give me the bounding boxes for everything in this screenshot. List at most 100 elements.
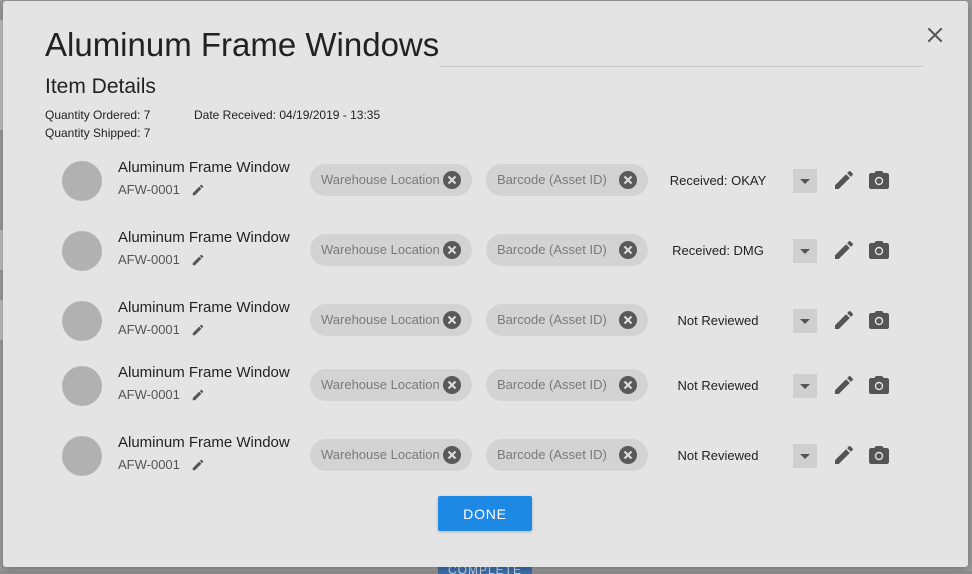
item-sku: AFW-0001	[118, 182, 180, 197]
caret-down-icon	[800, 319, 810, 324]
pencil-icon	[192, 254, 204, 266]
title-divider	[440, 66, 923, 67]
camera-icon	[869, 171, 889, 189]
clear-circle-icon	[619, 171, 637, 189]
clear-circle-icon	[443, 446, 461, 464]
pencil-icon	[835, 375, 854, 394]
sku-edit-button[interactable]	[191, 458, 205, 472]
sku-edit-button[interactable]	[191, 253, 205, 267]
barcode-placeholder: Barcode (Asset ID)	[497, 312, 607, 327]
pencil-icon	[192, 459, 204, 471]
item-row: Aluminum Frame Window AFW-0001 Warehouse…	[3, 159, 968, 211]
caret-down-icon	[800, 249, 810, 254]
warehouse-location-input[interactable]: Warehouse Location	[310, 304, 472, 336]
barcode-clear-button[interactable]	[618, 375, 638, 395]
camera-button[interactable]	[867, 308, 891, 332]
caret-down-icon	[800, 454, 810, 459]
close-button[interactable]	[923, 23, 947, 47]
sku-edit-button[interactable]	[191, 388, 205, 402]
barcode-clear-button[interactable]	[618, 170, 638, 190]
avatar	[62, 161, 102, 201]
dialog-title: Aluminum Frame Windows	[45, 26, 440, 63]
warehouse-location-placeholder: Warehouse Location	[321, 377, 440, 392]
status-dropdown[interactable]	[793, 239, 817, 263]
quantity-shipped: Quantity Shipped: 7	[45, 126, 151, 140]
item-name: Aluminum Frame Window	[118, 299, 290, 316]
barcode-asset-id-input[interactable]: Barcode (Asset ID)	[486, 234, 648, 266]
clear-circle-icon	[619, 376, 637, 394]
edit-button[interactable]	[832, 168, 856, 192]
barcode-clear-button[interactable]	[618, 445, 638, 465]
camera-button[interactable]	[867, 443, 891, 467]
camera-icon	[869, 446, 889, 464]
item-sku: AFW-0001	[118, 387, 180, 402]
warehouse-location-placeholder: Warehouse Location	[321, 242, 440, 257]
barcode-placeholder: Barcode (Asset ID)	[497, 447, 607, 462]
pencil-icon	[835, 445, 854, 464]
camera-button[interactable]	[867, 168, 891, 192]
edit-button[interactable]	[832, 443, 856, 467]
barcode-clear-button[interactable]	[618, 310, 638, 330]
done-button[interactable]: DONE	[438, 496, 532, 531]
camera-button[interactable]	[867, 238, 891, 262]
status-dropdown[interactable]	[793, 444, 817, 468]
camera-icon	[869, 311, 889, 329]
warehouse-location-input[interactable]: Warehouse Location	[310, 439, 472, 471]
avatar	[62, 436, 102, 476]
barcode-clear-button[interactable]	[618, 240, 638, 260]
pencil-icon	[835, 240, 854, 259]
camera-button[interactable]	[867, 373, 891, 397]
warehouse-location-input[interactable]: Warehouse Location	[310, 164, 472, 196]
pencil-icon	[192, 389, 204, 401]
clear-circle-icon	[619, 241, 637, 259]
avatar	[62, 301, 102, 341]
receipt-status: Received: DMG	[672, 243, 764, 258]
warehouse-location-input[interactable]: Warehouse Location	[310, 234, 472, 266]
warehouse-clear-button[interactable]	[442, 240, 462, 260]
warehouse-location-placeholder: Warehouse Location	[321, 447, 440, 462]
status-dropdown[interactable]	[793, 169, 817, 193]
edit-button[interactable]	[832, 238, 856, 262]
item-details-dialog: Aluminum Frame Windows Item Details Quan…	[3, 1, 968, 567]
warehouse-location-input[interactable]: Warehouse Location	[310, 369, 472, 401]
section-title: Item Details	[45, 75, 156, 98]
barcode-asset-id-input[interactable]: Barcode (Asset ID)	[486, 164, 648, 196]
warehouse-clear-button[interactable]	[442, 445, 462, 465]
pencil-icon	[835, 310, 854, 329]
camera-icon	[869, 376, 889, 394]
item-sku: AFW-0001	[118, 322, 180, 337]
barcode-asset-id-input[interactable]: Barcode (Asset ID)	[486, 304, 648, 336]
edit-button[interactable]	[832, 308, 856, 332]
status-dropdown[interactable]	[793, 309, 817, 333]
clear-circle-icon	[443, 376, 461, 394]
clear-circle-icon	[619, 446, 637, 464]
warehouse-clear-button[interactable]	[442, 310, 462, 330]
sku-edit-button[interactable]	[191, 323, 205, 337]
status-dropdown[interactable]	[793, 374, 817, 398]
warehouse-clear-button[interactable]	[442, 375, 462, 395]
barcode-asset-id-input[interactable]: Barcode (Asset ID)	[486, 439, 648, 471]
pencil-icon	[192, 324, 204, 336]
sku-edit-button[interactable]	[191, 183, 205, 197]
receipt-status: Not Reviewed	[677, 448, 759, 463]
item-name: Aluminum Frame Window	[118, 364, 290, 381]
quantity-ordered: Quantity Ordered: 7	[45, 108, 151, 122]
close-icon	[927, 27, 943, 43]
clear-circle-icon	[619, 311, 637, 329]
receipt-status: Received: OKAY	[669, 173, 767, 188]
caret-down-icon	[800, 384, 810, 389]
item-row: Aluminum Frame Window AFW-0001 Warehouse…	[3, 364, 968, 416]
clear-circle-icon	[443, 241, 461, 259]
warehouse-location-placeholder: Warehouse Location	[321, 172, 440, 187]
warehouse-clear-button[interactable]	[442, 170, 462, 190]
avatar	[62, 231, 102, 271]
warehouse-location-placeholder: Warehouse Location	[321, 312, 440, 327]
clear-circle-icon	[443, 171, 461, 189]
item-name: Aluminum Frame Window	[118, 159, 290, 176]
barcode-asset-id-input[interactable]: Barcode (Asset ID)	[486, 369, 648, 401]
item-row: Aluminum Frame Window AFW-0001 Warehouse…	[3, 229, 968, 281]
barcode-placeholder: Barcode (Asset ID)	[497, 172, 607, 187]
edit-button[interactable]	[832, 373, 856, 397]
receipt-status: Not Reviewed	[677, 378, 759, 393]
date-received: Date Received: 04/19/2019 - 13:35	[194, 108, 381, 122]
